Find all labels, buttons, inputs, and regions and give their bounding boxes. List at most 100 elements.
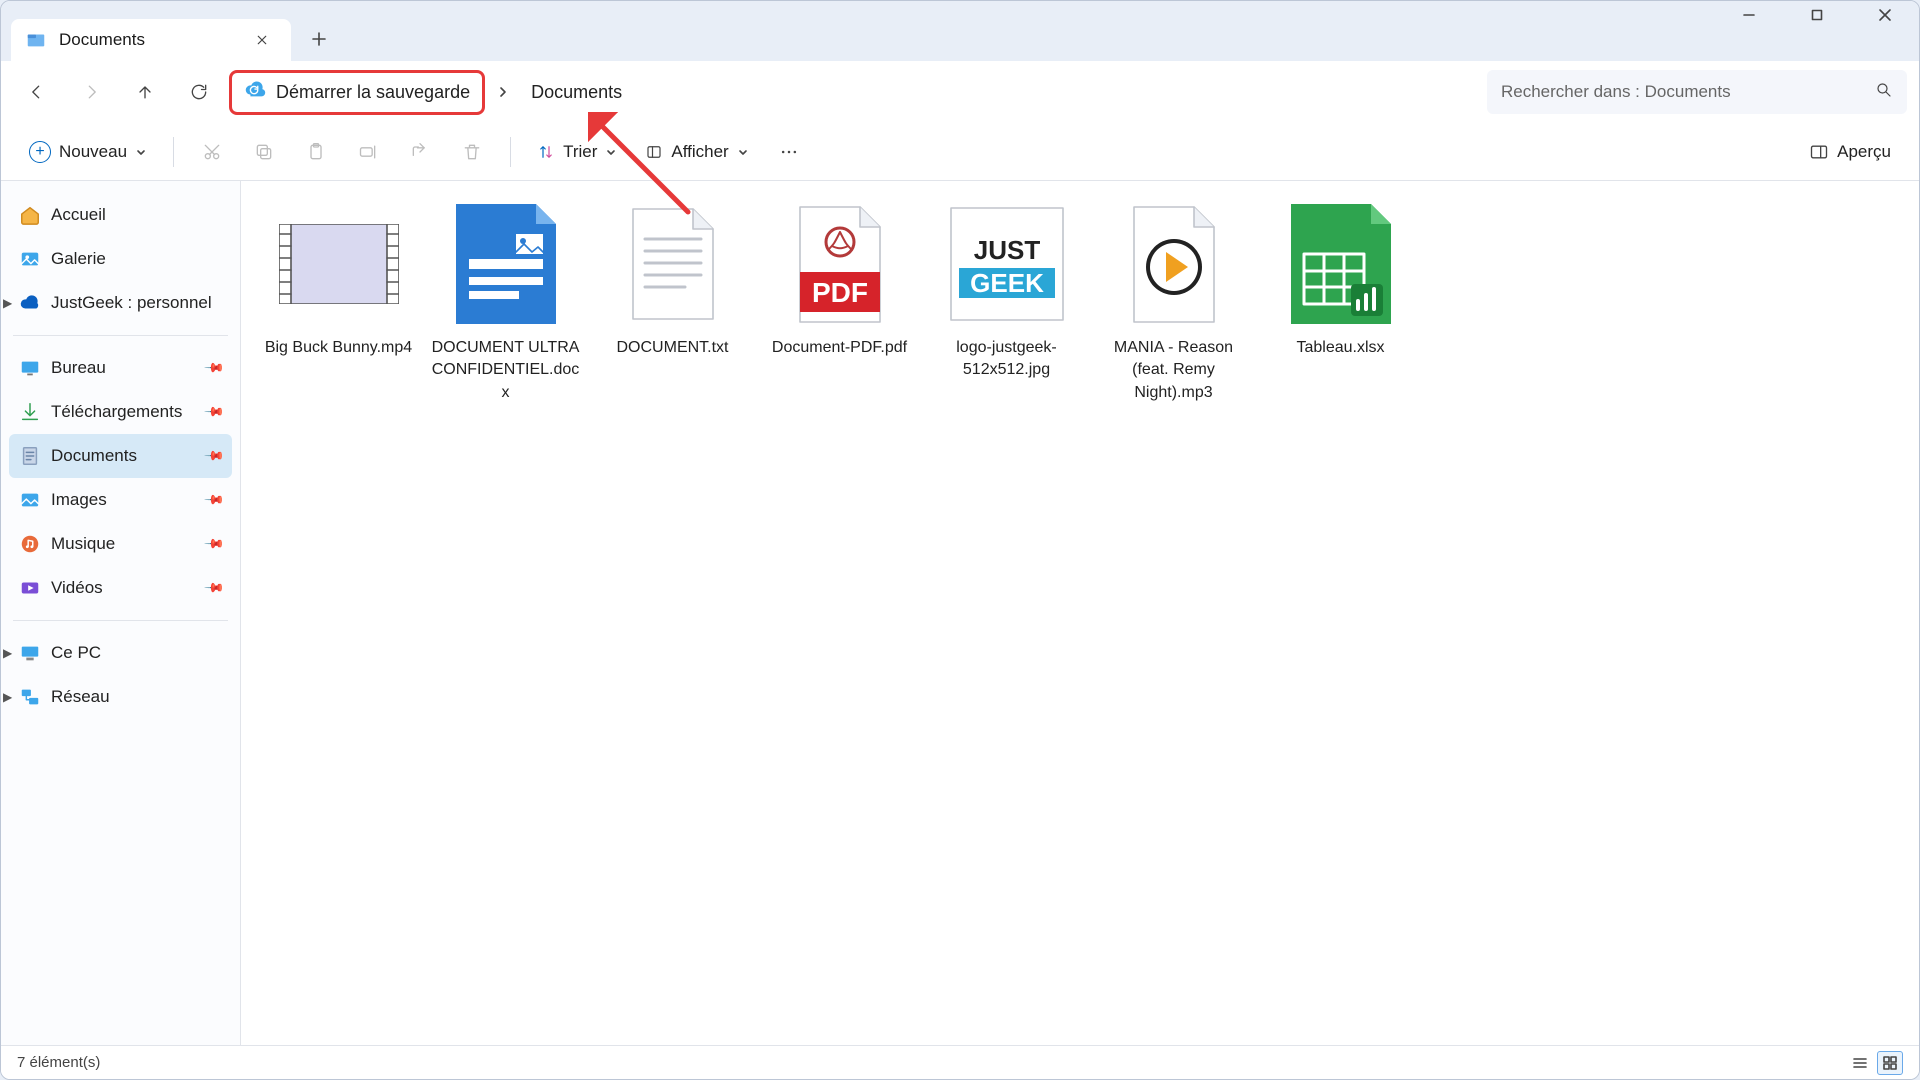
file-item-docx[interactable]: DOCUMENT ULTRA CONFIDENTIEL.docx bbox=[428, 199, 583, 404]
images-icon bbox=[19, 489, 41, 511]
sidebar-item-network[interactable]: ▶ Réseau bbox=[9, 675, 232, 719]
sidebar-item-music[interactable]: Musique 📌 bbox=[9, 522, 232, 566]
sidebar-item-downloads[interactable]: Téléchargements 📌 bbox=[9, 390, 232, 434]
preview-pane-button[interactable]: Aperçu bbox=[1799, 132, 1901, 172]
file-explorer-window: Documents Démarrer la sauvegarde bbox=[0, 0, 1920, 1080]
new-button[interactable]: + Nouveau bbox=[19, 132, 157, 172]
tab-close-button[interactable] bbox=[251, 29, 273, 51]
chevron-down-icon bbox=[605, 146, 617, 158]
sidebar-divider bbox=[13, 335, 228, 336]
close-window-button[interactable] bbox=[1851, 1, 1919, 29]
file-item-txt[interactable]: DOCUMENT.txt bbox=[595, 199, 750, 404]
sidebar-item-home[interactable]: Accueil bbox=[9, 193, 232, 237]
new-tab-button[interactable] bbox=[299, 19, 339, 59]
navigation-sidebar: Accueil Galerie ▶ JustGeek : personnel B… bbox=[1, 181, 241, 1045]
icons-view-button[interactable] bbox=[1877, 1051, 1903, 1075]
pdf-icon: PDF bbox=[780, 199, 900, 329]
chevron-right-icon: ▶ bbox=[3, 690, 12, 704]
sidebar-label: Vidéos bbox=[51, 578, 103, 598]
sort-button[interactable]: Trier bbox=[527, 132, 627, 172]
home-icon bbox=[19, 204, 41, 226]
sidebar-label: Musique bbox=[51, 534, 115, 554]
chevron-right-icon: ▶ bbox=[3, 296, 12, 310]
documents-icon bbox=[19, 445, 41, 467]
file-item-mp3[interactable]: MANIA - Reason (feat. Remy Night).mp3 bbox=[1096, 199, 1251, 404]
breadcrumb-separator[interactable] bbox=[491, 86, 515, 98]
breadcrumb-documents[interactable]: Documents bbox=[521, 76, 632, 109]
file-item-jpg[interactable]: JUST GEEK logo-justgeek-512x512.jpg bbox=[929, 199, 1084, 404]
item-count: 7 élément(s) bbox=[17, 1054, 100, 1071]
file-list-area[interactable]: Big Buck Bunny.mp4 DOCUMENT ULTRA CONFID… bbox=[241, 181, 1919, 1045]
svg-text:PDF: PDF bbox=[812, 277, 868, 308]
sidebar-item-documents[interactable]: Documents 📌 bbox=[9, 434, 232, 478]
copy-button[interactable] bbox=[242, 132, 286, 172]
music-icon bbox=[19, 533, 41, 555]
txt-icon bbox=[613, 199, 733, 329]
sidebar-item-gallery[interactable]: Galerie bbox=[9, 237, 232, 281]
start-backup-button[interactable]: Démarrer la sauvegarde bbox=[229, 70, 485, 115]
pin-icon: 📌 bbox=[203, 445, 226, 468]
pin-icon: 📌 bbox=[203, 533, 226, 556]
more-button[interactable] bbox=[767, 132, 811, 172]
image-thumbnail-icon: JUST GEEK bbox=[947, 199, 1067, 329]
details-view-button[interactable] bbox=[1847, 1051, 1873, 1075]
refresh-button[interactable] bbox=[175, 70, 223, 114]
file-item-video[interactable]: Big Buck Bunny.mp4 bbox=[261, 199, 416, 404]
preview-label: Aperçu bbox=[1837, 142, 1891, 162]
view-label: Afficher bbox=[671, 142, 728, 162]
new-label: Nouveau bbox=[59, 142, 127, 162]
chevron-down-icon bbox=[135, 146, 147, 158]
sidebar-item-onedrive[interactable]: ▶ JustGeek : personnel bbox=[9, 281, 232, 325]
file-name: DOCUMENT ULTRA CONFIDENTIEL.docx bbox=[428, 337, 583, 404]
sidebar-label: Bureau bbox=[51, 358, 106, 378]
back-button[interactable] bbox=[13, 70, 61, 114]
tab-documents[interactable]: Documents bbox=[11, 19, 291, 61]
start-backup-label: Démarrer la sauvegarde bbox=[276, 82, 470, 103]
sidebar-item-images[interactable]: Images 📌 bbox=[9, 478, 232, 522]
file-grid: Big Buck Bunny.mp4 DOCUMENT ULTRA CONFID… bbox=[261, 199, 1899, 404]
ellipsis-icon bbox=[779, 142, 799, 162]
sort-label: Trier bbox=[563, 142, 597, 162]
cloud-backup-icon bbox=[244, 79, 266, 106]
sidebar-label: Accueil bbox=[51, 205, 106, 225]
sidebar-label: Téléchargements bbox=[51, 402, 182, 422]
file-name: MANIA - Reason (feat. Remy Night).mp3 bbox=[1096, 337, 1251, 404]
preview-pane-icon bbox=[1809, 142, 1829, 162]
rename-button[interactable] bbox=[346, 132, 390, 172]
up-button[interactable] bbox=[121, 70, 169, 114]
gallery-icon bbox=[19, 248, 41, 270]
audio-icon bbox=[1114, 199, 1234, 329]
file-item-xlsx[interactable]: Tableau.xlsx bbox=[1263, 199, 1418, 404]
pin-icon: 📌 bbox=[203, 489, 226, 512]
toolbar-separator bbox=[510, 137, 511, 167]
view-button[interactable]: Afficher bbox=[635, 132, 758, 172]
sidebar-label: Images bbox=[51, 490, 107, 510]
sidebar-item-videos[interactable]: Vidéos 📌 bbox=[9, 566, 232, 610]
plus-circle-icon: + bbox=[29, 141, 51, 163]
docx-icon bbox=[446, 199, 566, 329]
paste-button[interactable] bbox=[294, 132, 338, 172]
file-item-pdf[interactable]: PDF Document-PDF.pdf bbox=[762, 199, 917, 404]
search-box[interactable] bbox=[1487, 70, 1907, 114]
documents-folder-icon bbox=[25, 29, 47, 51]
delete-button[interactable] bbox=[450, 132, 494, 172]
tab-title: Documents bbox=[59, 30, 239, 50]
file-name: Document-PDF.pdf bbox=[772, 337, 907, 359]
maximize-button[interactable] bbox=[1783, 1, 1851, 29]
chevron-down-icon bbox=[737, 146, 749, 158]
videos-icon bbox=[19, 577, 41, 599]
cut-button[interactable] bbox=[190, 132, 234, 172]
share-button[interactable] bbox=[398, 132, 442, 172]
forward-button[interactable] bbox=[67, 70, 115, 114]
pin-icon: 📌 bbox=[203, 357, 226, 380]
window-controls bbox=[1715, 1, 1919, 29]
sidebar-item-this-pc[interactable]: ▶ Ce PC bbox=[9, 631, 232, 675]
search-input[interactable] bbox=[1501, 82, 1865, 102]
xlsx-icon bbox=[1281, 199, 1401, 329]
sidebar-item-desktop[interactable]: Bureau 📌 bbox=[9, 346, 232, 390]
file-name: DOCUMENT.txt bbox=[617, 337, 729, 359]
sidebar-divider bbox=[13, 620, 228, 621]
pin-icon: 📌 bbox=[203, 401, 226, 424]
minimize-button[interactable] bbox=[1715, 1, 1783, 29]
command-toolbar: + Nouveau Trier Afficher Aperçu bbox=[1, 123, 1919, 181]
